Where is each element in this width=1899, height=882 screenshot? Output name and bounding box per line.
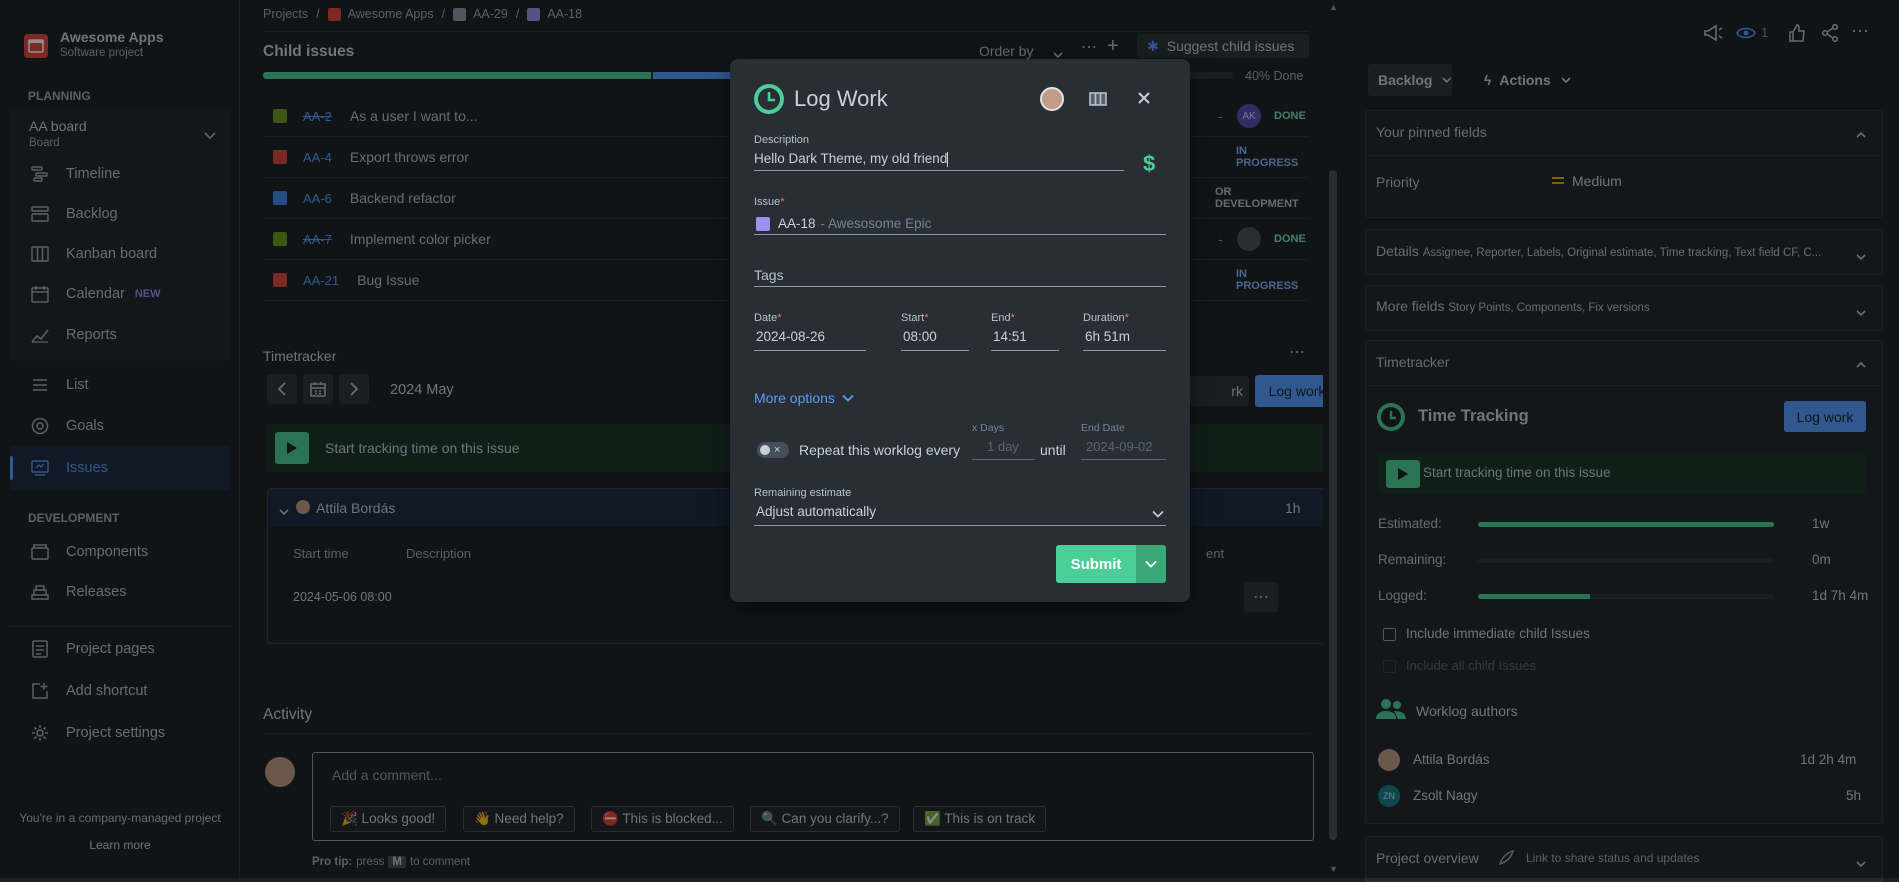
more-options-label: More options xyxy=(754,390,835,406)
date-label-text: Date xyxy=(754,312,778,324)
end-label-text: End xyxy=(991,312,1011,324)
clock-icon xyxy=(753,83,785,118)
chevron-down-icon xyxy=(1152,510,1164,518)
required-mark: * xyxy=(777,312,782,324)
issue-name: - Awesosome Epic xyxy=(820,216,932,231)
tags-label: Tags xyxy=(754,267,784,283)
required-mark: * xyxy=(1124,312,1129,324)
description-label: Description xyxy=(754,134,810,146)
repeat-toggle[interactable]: × xyxy=(757,442,789,458)
end-label: End* xyxy=(991,312,1015,324)
required-mark: * xyxy=(780,196,785,208)
xdays-label: x Days xyxy=(972,422,1005,434)
issue-label: Issue* xyxy=(754,196,785,208)
avatar[interactable] xyxy=(1040,87,1064,111)
duration-label: Duration* xyxy=(1083,312,1129,324)
issue-key: AA-18 xyxy=(778,216,816,231)
more-options-toggle[interactable]: More options xyxy=(754,390,854,406)
start-label: Start* xyxy=(901,312,929,324)
date-label: Date* xyxy=(754,312,782,324)
required-mark: * xyxy=(1010,312,1015,324)
tags-input[interactable]: Tags xyxy=(754,267,1166,287)
start-time-input[interactable]: 08:00 xyxy=(901,329,969,351)
duration-input[interactable]: 6h 51m xyxy=(1083,329,1166,351)
text-cursor xyxy=(947,151,949,167)
date-input[interactable]: 2024-08-26 xyxy=(754,329,866,351)
columns-icon[interactable] xyxy=(1089,92,1107,109)
xdays-input[interactable]: 1 day xyxy=(972,439,1035,460)
end-time-input[interactable]: 14:51 xyxy=(991,329,1059,351)
billable-dollar-icon[interactable]: $ xyxy=(1143,151,1155,177)
required-mark: * xyxy=(924,312,929,324)
epic-icon xyxy=(756,216,770,231)
dialog-title: Log Work xyxy=(794,86,888,111)
submit-button[interactable]: Submit xyxy=(1056,545,1136,583)
issue-label-text: Issue xyxy=(754,196,781,208)
description-input[interactable]: Hello Dark Theme, my old friend xyxy=(754,151,1124,171)
repeat-text: Repeat this worklog every xyxy=(799,442,961,458)
remaining-estimate-select[interactable]: Adjust automatically xyxy=(754,504,1166,526)
description-value: Hello Dark Theme, my old friend xyxy=(754,151,948,166)
close-icon[interactable] xyxy=(1137,91,1151,108)
remaining-estimate-value: Adjust automatically xyxy=(756,504,877,519)
remaining-estimate-label: Remaining estimate xyxy=(754,487,852,499)
log-work-dialog: Log Work Description Hello Dark Theme, m… xyxy=(730,59,1190,602)
submit-options-chevron-icon[interactable] xyxy=(1136,545,1166,583)
enddate-input[interactable]: 2024-09-02 xyxy=(1081,439,1166,460)
duration-label-text: Duration xyxy=(1083,312,1125,324)
toggle-x-icon: × xyxy=(774,444,781,456)
issue-select[interactable]: AA-18 - Awesosome Epic xyxy=(754,213,1166,235)
enddate-label: End Date xyxy=(1081,422,1125,434)
start-label-text: Start xyxy=(901,312,925,324)
until-text: until xyxy=(1040,442,1066,458)
